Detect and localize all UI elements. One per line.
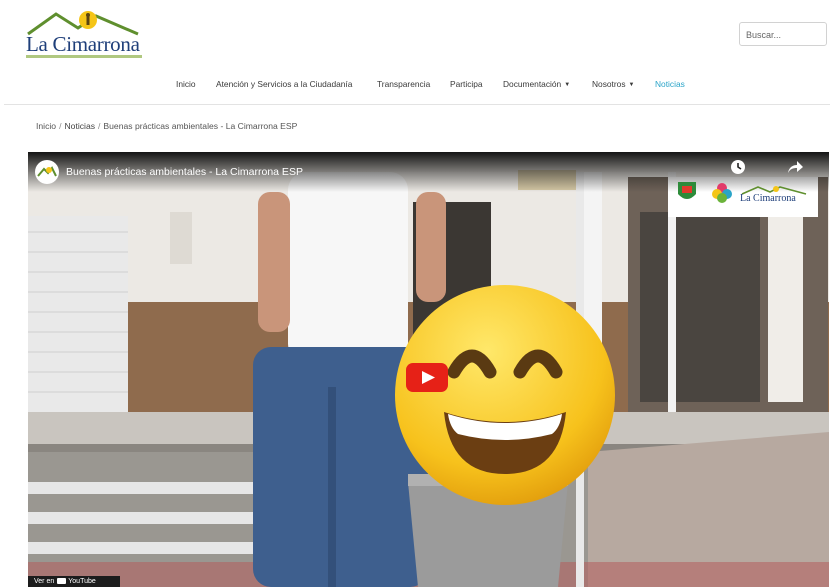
watch-on-youtube-button[interactable]: Ver en YouTube (28, 576, 120, 587)
breadcrumb-separator: / (59, 121, 62, 131)
chevron-down-icon: ▼ (564, 82, 571, 88)
watch-on-label: Ver en (34, 578, 55, 585)
breadcrumb-separator: / (98, 121, 101, 131)
main-nav: Inicio Atención y Servicios a la Ciudada… (0, 79, 831, 93)
nav-item-atencion[interactable]: Atención y Servicios a la Ciudadanía (216, 79, 352, 89)
header-divider (4, 104, 830, 105)
breadcrumb-current: Buenas prácticas ambientales - La Cimarr… (103, 121, 298, 131)
youtube-label: YouTube (68, 578, 96, 585)
overlay-brand-logo: La Cimarrona (740, 185, 810, 205)
page: La Cimarrona Buscar... Inicio Atención y… (0, 0, 831, 587)
nav-item-transparencia[interactable]: Transparencia (377, 79, 430, 89)
municipal-shield-icon (678, 182, 696, 199)
nav-item-documentacion-label: Documentación (503, 79, 562, 89)
share-icon[interactable] (786, 159, 804, 175)
nav-item-participa[interactable]: Participa (450, 79, 483, 89)
youtube-logo-icon (57, 578, 67, 584)
nav-item-nosotros-label: Nosotros (592, 79, 626, 89)
nav-item-nosotros[interactable]: Nosotros ▼ (592, 79, 634, 89)
video-player[interactable]: Buenas prácticas ambientales - La Cimarr… (28, 152, 829, 587)
search-input[interactable]: Buscar... (739, 22, 827, 46)
partner-flower-icon (712, 183, 732, 203)
overlay-brand-text: La Cimarrona (740, 193, 796, 204)
video-title[interactable]: Buenas prácticas ambientales - La Cimarr… (66, 166, 303, 178)
nav-item-noticias[interactable]: Noticias (655, 79, 685, 89)
breadcrumb-home[interactable]: Inicio (36, 121, 56, 131)
channel-avatar[interactable] (35, 160, 59, 184)
logo-tagline-bar (26, 55, 142, 58)
chevron-down-icon: ▼ (628, 82, 635, 88)
site-logo[interactable]: La Cimarrona (26, 10, 142, 60)
watch-later-icon[interactable] (730, 159, 746, 175)
play-button-icon[interactable] (406, 363, 448, 392)
nav-item-documentacion[interactable]: Documentación ▼ (503, 79, 570, 89)
logo-text: La Cimarrona (26, 32, 140, 56)
breadcrumb: Inicio / Noticias / Buenas prácticas ambient… (36, 121, 297, 131)
channel-logo-icon (37, 166, 57, 177)
breadcrumb-section[interactable]: Noticias (64, 121, 95, 131)
smiling-emoji-icon (395, 285, 615, 505)
nav-item-inicio[interactable]: Inicio (176, 79, 196, 89)
